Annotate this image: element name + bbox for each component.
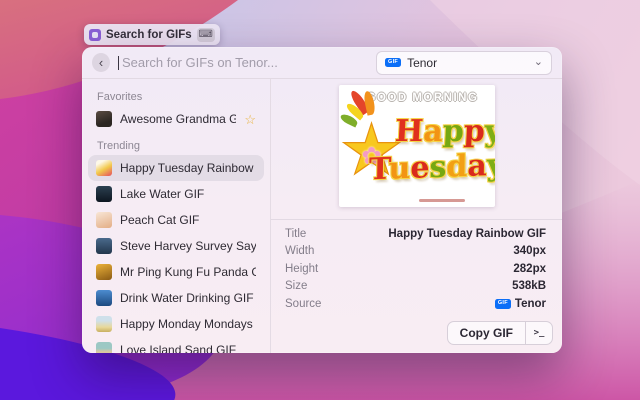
metadata-label: Width: [285, 245, 513, 257]
happy-monday-gif-thumbnail: [96, 316, 112, 332]
list-item-drink-water[interactable]: Drink Water Drinking GIF: [88, 285, 264, 311]
list-item-lake-water[interactable]: Lake Water GIF: [88, 181, 264, 207]
gif-preview-image: GOOD MORNING ✿ Happy Tuesday: [339, 85, 495, 207]
list-item-love-island[interactable]: Love Island Sand GIF: [88, 337, 264, 353]
terminal-shortcut-button[interactable]: >_: [526, 322, 552, 344]
list-item-awesome-grandma[interactable]: Awesome Grandma GIF ☆: [88, 106, 264, 132]
drink-water-gif-thumbnail: [96, 290, 112, 306]
chevron-left-icon: ‹: [99, 56, 103, 69]
section-title-trending: Trending: [97, 140, 264, 152]
list-item-happy-tuesday[interactable]: Happy Tuesday Rainbow GIF: [88, 155, 264, 181]
favorite-star-icon: ☆: [244, 113, 256, 126]
list-item-label: Steve Harvey Survey Says GIF: [120, 239, 256, 253]
metadata-label: Height: [285, 263, 513, 275]
metadata-label: Title: [285, 228, 388, 240]
list-item-label: Awesome Grandma GIF: [120, 112, 236, 126]
source-dropdown-value: Tenor: [407, 56, 528, 70]
list-item-label: Drink Water Drinking GIF: [120, 291, 256, 305]
list-item-peach-cat[interactable]: Peach Cat GIF: [88, 207, 264, 233]
search-field-wrap: [118, 54, 368, 71]
gif-word-tuesday: Tuesday: [368, 151, 494, 186]
back-button[interactable]: ‹: [92, 53, 110, 72]
text-caret: [118, 56, 119, 70]
screen: Search for GIFs ⌨ ‹ GIF Tenor ⌄ Favorite…: [0, 0, 640, 400]
window-content: Favorites Awesome Grandma GIF ☆ Trending…: [82, 79, 562, 353]
lake-water-gif-thumbnail: [96, 186, 112, 202]
terminal-icon: >_: [534, 328, 545, 338]
search-input[interactable]: [120, 54, 368, 71]
gif-word-happy: Happy: [394, 117, 495, 147]
list-item-happy-monday[interactable]: Happy Monday Mondays GIF: [88, 311, 264, 337]
metadata-value: 282px: [513, 263, 546, 275]
search-gifs-window: ‹ GIF Tenor ⌄ Favorites Awesome Grandma …: [82, 47, 562, 353]
steve-harvey-gif-thumbnail: [96, 238, 112, 254]
mr-ping-gif-thumbnail: [96, 264, 112, 280]
list-item-label: Peach Cat GIF: [120, 213, 256, 227]
peach-cat-gif-thumbnail: [96, 212, 112, 228]
command-pill[interactable]: Search for GIFs ⌨: [84, 24, 220, 45]
copy-gif-button[interactable]: Copy GIF: [448, 322, 525, 344]
happy-tuesday-gif-thumbnail: [96, 160, 112, 176]
gif-list-sidebar: Favorites Awesome Grandma GIF ☆ Trending…: [82, 79, 271, 353]
gif-badge-icon: GIF: [495, 299, 511, 309]
metadata-value: 340px: [513, 245, 546, 257]
source-dropdown[interactable]: GIF Tenor ⌄: [376, 51, 552, 75]
gif-heading-text: GOOD MORNING: [367, 92, 479, 104]
window-header: ‹ GIF Tenor ⌄: [82, 47, 562, 78]
metadata-panel: Title Happy Tuesday Rainbow GIF Width 34…: [271, 220, 562, 313]
metadata-row-title: Title Happy Tuesday Rainbow GIF: [271, 225, 562, 243]
list-item-label: Happy Tuesday Rainbow GIF: [120, 161, 256, 175]
gif-watermark: [419, 199, 465, 202]
metadata-value: 538kB: [512, 280, 546, 292]
metadata-row-source: Source GIF Tenor: [271, 295, 562, 313]
chevron-down-icon: ⌄: [534, 57, 543, 68]
metadata-label: Size: [285, 280, 512, 292]
list-item-label: Lake Water GIF: [120, 187, 256, 201]
detail-panel: GOOD MORNING ✿ Happy Tuesday: [271, 79, 562, 353]
footer-action-group: Copy GIF >_: [447, 321, 553, 345]
list-item-steve-harvey[interactable]: Steve Harvey Survey Says GIF: [88, 233, 264, 259]
list-item-mr-ping[interactable]: Mr Ping Kung Fu Panda GIF: [88, 259, 264, 285]
metadata-row-height: Height 282px: [271, 260, 562, 278]
keyboard-icon: ⌨: [197, 28, 215, 42]
love-island-gif-thumbnail: [96, 342, 112, 353]
list-item-label: Love Island Sand GIF: [120, 343, 256, 353]
metadata-row-size: Size 538kB: [271, 278, 562, 296]
gif-badge-icon: GIF: [385, 58, 401, 68]
metadata-row-width: Width 340px: [271, 243, 562, 261]
metadata-value: Happy Tuesday Rainbow GIF: [388, 228, 546, 240]
list-item-label: Mr Ping Kung Fu Panda GIF: [120, 265, 256, 279]
metadata-label: Source: [285, 298, 495, 310]
source-value-text: Tenor: [515, 298, 546, 310]
list-item-label: Happy Monday Mondays GIF: [120, 317, 256, 331]
copy-gif-label: Copy GIF: [460, 326, 513, 340]
section-title-favorites: Favorites: [97, 91, 264, 103]
command-pill-label: Search for GIFs: [106, 29, 192, 41]
grandma-gif-thumbnail: [96, 111, 112, 127]
metadata-value: GIF Tenor: [495, 298, 546, 310]
gif-preview-zone: GOOD MORNING ✿ Happy Tuesday: [271, 79, 562, 219]
gif-extension-icon: [89, 29, 101, 41]
